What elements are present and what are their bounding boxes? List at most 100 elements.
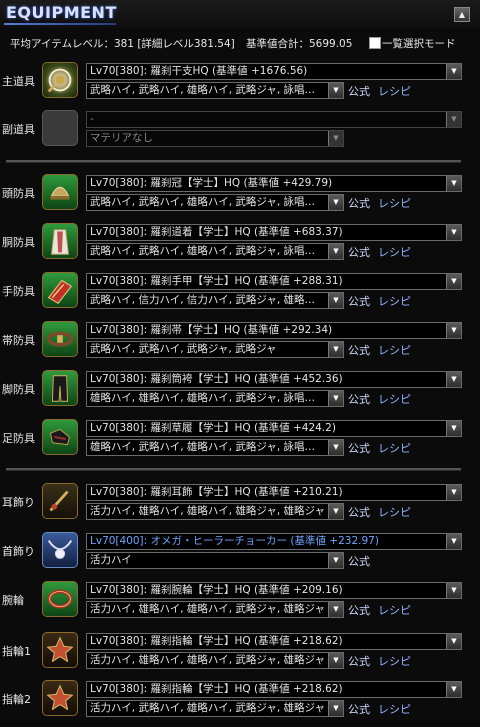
materia-select[interactable]: 雄略ハイ, 武略ハイ, 雄略ハイ, 武略ジャ, 詠唱… ▼ — [86, 439, 344, 456]
chevron-down-icon: ▼ — [446, 421, 461, 436]
item-select-value: Lv70[380]: 羅刹手甲【学士】HQ (基準値 +288.31) — [90, 275, 343, 287]
panel-title: EQUIPMENT — [6, 3, 117, 22]
slot-bracelets: 腕輪 Lv70[380]: 羅刹腕輪【学士】HQ (基準値 +209.16) ▼ … — [0, 575, 480, 623]
formula-link[interactable]: 公式 — [348, 293, 370, 309]
materia-select[interactable]: 武略ハイ, 武略ハイ, 雄略ハイ, 武略ジャ, 詠唱… ▼ — [86, 82, 344, 99]
slot-label: 帯防具 — [2, 334, 35, 347]
recipe-link[interactable]: レシピ — [378, 504, 411, 520]
item-select[interactable]: - ▼ — [86, 111, 462, 128]
item-select[interactable]: Lv70[400]: オメガ・ヒーラーチョーカー (基準値 +232.97) ▼ — [86, 533, 462, 550]
materia-select[interactable]: 武略ハイ, 信力ハイ, 信力ハイ, 武略ジャ, 雄略… ▼ — [86, 292, 344, 309]
formula-link[interactable]: 公式 — [348, 83, 370, 99]
item-select-value: Lv70[380]: 羅刹指輪【学士】HQ (基準値 +218.62) — [90, 683, 343, 695]
formula-link[interactable]: 公式 — [348, 440, 370, 456]
slot-hands: 手防具 Lv70[380]: 羅刹手甲【学士】HQ (基準値 +288.31) ▼… — [0, 266, 480, 314]
recipe-link[interactable]: レシピ — [378, 342, 411, 358]
leg-armor-icon — [42, 370, 78, 406]
item-select[interactable]: Lv70[380]: 羅刹干支HQ (基準値 +1676.56) ▼ — [86, 63, 462, 80]
materia-select[interactable]: 雄略ハイ, 雄略ハイ, 雄略ハイ, 武略ジャ, 詠唱… ▼ — [86, 390, 344, 407]
formula-link[interactable]: 公式 — [348, 701, 370, 717]
item-select-value: Lv70[380]: 羅刹腕輪【学士】HQ (基準値 +209.16) — [90, 584, 343, 596]
chevron-down-icon: ▼ — [446, 274, 461, 289]
section-divider — [6, 160, 461, 163]
formula-link[interactable]: 公式 — [348, 653, 370, 669]
materia-select[interactable]: 活力ハイ ▼ — [86, 552, 344, 569]
chevron-down-icon: ▼ — [446, 485, 461, 500]
recipe-link[interactable]: レシピ — [378, 391, 411, 407]
materia-select-value: 活力ハイ, 雄略ハイ, 雄略ハイ, 武略ジャ, 雄略ジャ — [90, 654, 326, 666]
slot-label: 副道具 — [2, 123, 35, 136]
slot-head: 頭防具 Lv70[380]: 羅刹冠【学士】HQ (基準値 +429.79) ▼ … — [0, 168, 480, 216]
chevron-down-icon: ▼ — [328, 83, 343, 98]
formula-link[interactable]: 公式 — [348, 342, 370, 358]
materia-select-value: 武略ハイ, 信力ハイ, 信力ハイ, 武略ジャ, 雄略… — [90, 294, 316, 306]
formula-link[interactable]: 公式 — [348, 195, 370, 211]
item-select[interactable]: Lv70[380]: 羅刹道着【学士】HQ (基準値 +683.37) ▼ — [86, 224, 462, 241]
item-select[interactable]: Lv70[380]: 羅刹耳飾【学士】HQ (基準値 +210.21) ▼ — [86, 484, 462, 501]
materia-select[interactable]: マテリアなし ▼ — [86, 130, 344, 147]
feet-armor-icon — [42, 419, 78, 455]
materia-select-value: 雄略ハイ, 雄略ハイ, 雄略ハイ, 武略ジャ, 詠唱… — [90, 392, 316, 404]
materia-select[interactable]: 活力ハイ, 雄略ハイ, 雄略ハイ, 武略ジャ, 雄略ジャ ▼ — [86, 601, 344, 618]
formula-link[interactable]: 公式 — [348, 602, 370, 618]
item-select[interactable]: Lv70[380]: 羅刹筒袴【学士】HQ (基準値 +452.36) ▼ — [86, 371, 462, 388]
materia-select[interactable]: 活力ハイ, 武略ハイ, 雄略ハイ, 武略ジャ, 雄略ジャ ▼ — [86, 700, 344, 717]
recipe-link[interactable]: レシピ — [378, 440, 411, 456]
materia-select[interactable]: 武略ハイ, 武略ハイ, 武略ジャ, 武略ジャ ▼ — [86, 341, 344, 358]
chevron-down-icon: ▼ — [446, 176, 461, 191]
formula-link[interactable]: 公式 — [348, 553, 370, 569]
chevron-down-icon: ▼ — [446, 112, 461, 127]
recipe-link[interactable]: レシピ — [378, 244, 411, 260]
materia-select[interactable]: 活力ハイ, 雄略ハイ, 雄略ハイ, 武略ジャ, 雄略ジャ ▼ — [86, 652, 344, 669]
recipe-link[interactable]: レシピ — [378, 701, 411, 717]
chevron-down-icon: ▼ — [328, 553, 343, 568]
formula-link[interactable]: 公式 — [348, 244, 370, 260]
total-base-value: 基準値合計：5699.05 — [246, 38, 353, 50]
item-select[interactable]: Lv70[380]: 羅刹冠【学士】HQ (基準値 +429.79) ▼ — [86, 175, 462, 192]
materia-select-value: 武略ハイ, 武略ハイ, 雄略ハイ, 武略ジャ, 詠唱… — [90, 196, 316, 208]
item-select[interactable]: Lv70[380]: 羅刹指輪【学士】HQ (基準値 +218.62) ▼ — [86, 633, 462, 650]
chevron-down-icon: ▼ — [328, 131, 343, 146]
materia-select[interactable]: 武略ハイ, 武略ハイ, 雄略ハイ, 武略ジャ, 詠唱… ▼ — [86, 194, 344, 211]
recipe-link[interactable]: レシピ — [378, 83, 411, 99]
item-select[interactable]: Lv70[380]: 羅刹腕輪【学士】HQ (基準値 +209.16) ▼ — [86, 582, 462, 599]
chevron-down-icon: ▼ — [446, 225, 461, 240]
chevron-down-icon: ▼ — [446, 634, 461, 649]
slot-main-weapon: 主道具 Lv70[380]: 羅刹干支HQ (基準値 +1676.56) ▼ 武略… — [0, 56, 480, 104]
recipe-link[interactable]: レシピ — [378, 293, 411, 309]
average-item-level: 平均アイテムレベル：381 [詳細レベル381.54] — [10, 38, 235, 50]
chevron-down-icon: ▼ — [446, 682, 461, 697]
item-select[interactable]: Lv70[380]: 羅刹草履【学士】HQ (基準値 +424.2) ▼ — [86, 420, 462, 437]
recipe-link[interactable]: レシピ — [378, 195, 411, 211]
recipe-link[interactable]: レシピ — [378, 653, 411, 669]
chevron-down-icon: ▼ — [328, 504, 343, 519]
formula-link[interactable]: 公式 — [348, 504, 370, 520]
chevron-down-icon: ▼ — [328, 653, 343, 668]
chevron-down-icon: ▼ — [328, 440, 343, 455]
recipe-link[interactable]: レシピ — [378, 602, 411, 618]
item-select[interactable]: Lv70[380]: 羅刹指輪【学士】HQ (基準値 +218.62) ▼ — [86, 681, 462, 698]
slot-earrings: 耳飾り Lv70[380]: 羅刹耳飾【学士】HQ (基準値 +210.21) ▼… — [0, 477, 480, 525]
materia-select[interactable]: 活力ハイ, 雄略ハイ, 雄略ハイ, 雄略ジャ, 雄略ジャ ▼ — [86, 503, 344, 520]
chevron-down-icon: ▼ — [446, 64, 461, 79]
chevron-down-icon: ▼ — [446, 534, 461, 549]
materia-select-value: 武略ハイ, 武略ハイ, 雄略ハイ, 武略ジャ, 詠唱… — [90, 84, 316, 96]
list-mode-checkbox[interactable] — [369, 37, 381, 49]
item-select[interactable]: Lv70[380]: 羅刹手甲【学士】HQ (基準値 +288.31) ▼ — [86, 273, 462, 290]
slot-label: 手防具 — [2, 285, 35, 298]
section-divider — [6, 468, 461, 471]
slot-ring-2: 指輪2 Lv70[380]: 羅刹指輪【学士】HQ (基準値 +218.62) ▼… — [0, 674, 480, 722]
title-underline — [4, 23, 116, 25]
chevron-down-icon: ▼ — [446, 323, 461, 338]
main-weapon-icon — [42, 62, 78, 98]
materia-select[interactable]: 武略ハイ, 武略ハイ, 雄略ハイ, 武略ジャ, 詠唱… ▼ — [86, 243, 344, 260]
slot-label: 指輪1 — [2, 645, 31, 658]
slot-label: 耳飾り — [2, 496, 35, 509]
slot-label: 胴防具 — [2, 236, 35, 249]
item-select[interactable]: Lv70[380]: 羅刹帯【学士】HQ (基準値 +292.34) ▼ — [86, 322, 462, 339]
collapse-button[interactable]: ▲ — [454, 7, 470, 22]
formula-link[interactable]: 公式 — [348, 391, 370, 407]
materia-select-value: 武略ハイ, 武略ハイ, 雄略ハイ, 武略ジャ, 詠唱… — [90, 245, 316, 257]
slot-feet: 足防具 Lv70[380]: 羅刹草履【学士】HQ (基準値 +424.2) ▼ … — [0, 413, 480, 461]
hand-armor-icon — [42, 272, 78, 308]
